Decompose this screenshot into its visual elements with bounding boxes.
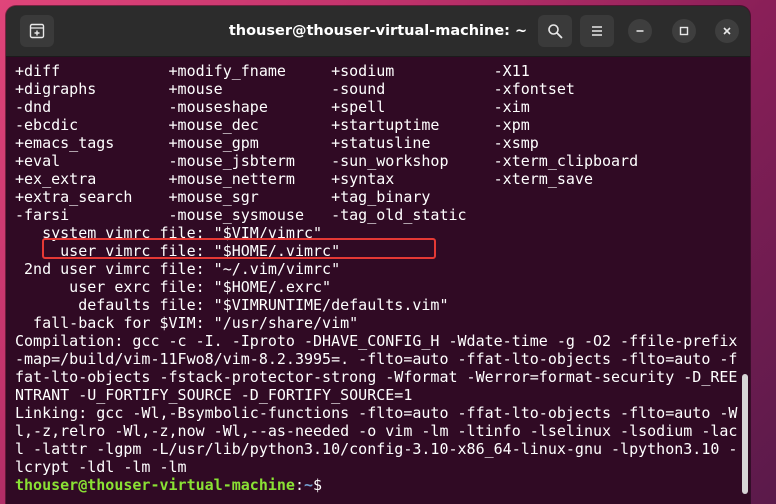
terminal-line: defaults file: "$VIMRUNTIME/defaults.vim… [15,296,449,314]
terminal-line: +diff +modify_fname +sodium -X11 [15,62,530,80]
terminal-line: l,-z,relro -Wl,-z,now -Wl,--as-needed -o… [15,422,738,440]
minimize-button[interactable] [628,19,652,43]
prompt-separator: : [294,476,304,494]
terminal-line: user exrc file: "$HOME/.exrc" [15,278,332,296]
close-button[interactable] [715,19,739,43]
terminal-line: +emacs_tags +mouse_gpm +statusline -xsmp [15,134,539,152]
highlight-annotation-box [42,238,436,259]
terminal-window: thouser@thouser-virtual-machine: ~ +diff… [6,6,750,504]
terminal-line: -map=/build/vim-11Fwo8/vim-8.2.3995=. -f… [15,350,738,368]
terminal-line: -farsi -mouse_sysmouse -tag_old_static [15,206,467,224]
terminal-line: -dnd -mouseshape +spell -xim [15,98,530,116]
maximize-icon [679,26,689,36]
scrollbar-thumb[interactable] [742,374,748,494]
close-icon [723,27,731,35]
terminal-line: +eval -mouse_jsbterm -sun_workshop -xter… [15,152,639,170]
terminal-line: Linking: gcc -Wl,-Bsymbolic-functions -f… [15,404,738,422]
search-icon [548,24,563,39]
terminal-line: lcrypt -ldl -lm -lm [15,458,187,476]
prompt-path: ~ [304,476,314,494]
terminal-line: fat-lto-objects -fstack-protector-strong… [15,368,738,386]
menu-button[interactable] [580,15,614,47]
maximize-button[interactable] [672,19,696,43]
terminal-line: fall-back for $VIM: "/usr/share/vim" [15,314,359,332]
minimize-icon [636,30,644,32]
prompt-symbol: $ [313,476,323,494]
terminal-line: 2nd user vimrc file: "~/.vim/vimrc" [15,260,341,278]
terminal-line: +ex_extra +mouse_netterm +syntax -xterm_… [15,170,593,188]
terminal-line: NTRANT -U_FORTIFY_SOURCE -D_FORTIFY_SOUR… [15,386,413,404]
terminal-line: Compilation: gcc -c -I. -Iproto -DHAVE_C… [15,332,738,350]
terminal-line: +extra_search +mouse_sgr +tag_binary [15,188,431,206]
terminal-line: -ebcdic +mouse_dec +startuptime -xpm [15,116,530,134]
hamburger-menu-icon [592,26,602,36]
terminal-output[interactable]: +diff +modify_fname +sodium -X11 +digrap… [6,57,750,504]
prompt-user-host: thouser@thouser-virtual-machine [15,476,295,494]
search-button[interactable] [538,15,572,47]
terminal-line: +digraphs +mouse -sound -xfontset [15,80,575,98]
title-bar[interactable]: thouser@thouser-virtual-machine: ~ [6,6,750,57]
shell-prompt[interactable]: thouser@thouser-virtual-machine:~$ [15,476,750,494]
terminal-line: l -lattr -lgpm -L/usr/lib/python3.10/con… [15,440,738,458]
